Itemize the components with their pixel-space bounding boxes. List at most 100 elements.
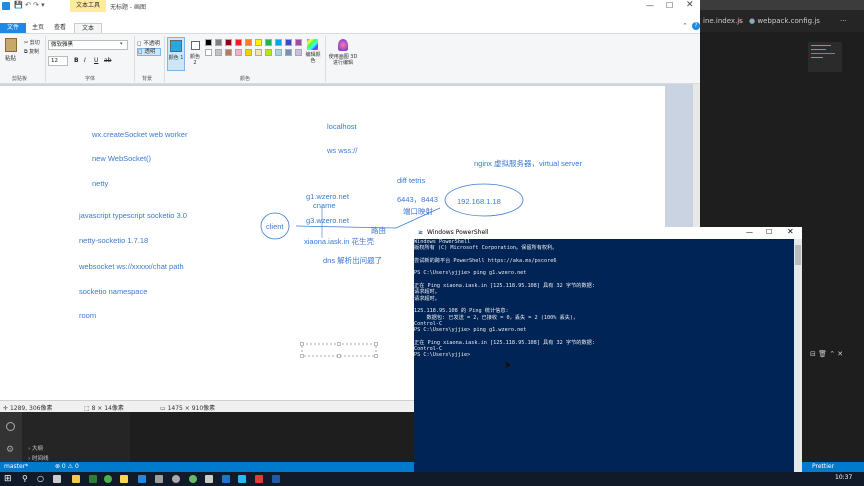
tab-file[interactable]: 文件 — [0, 23, 26, 33]
opaque-option[interactable]: ◻ 不透明 — [137, 39, 160, 47]
tab-view[interactable]: 查看 — [54, 23, 66, 33]
font-size-select[interactable]: 12 — [48, 56, 68, 66]
color-swatch[interactable] — [295, 39, 302, 46]
vertical-scrollbar[interactable] — [794, 239, 802, 473]
sidebar-item-outline[interactable]: › 大纲 — [28, 444, 43, 452]
color-swatch[interactable] — [265, 39, 272, 46]
chevron-up-icon[interactable]: ⌃ — [682, 22, 688, 30]
color1-button[interactable]: 颜色 1 — [167, 37, 185, 71]
console-line: PS C:\Users\yjjie> — [414, 352, 471, 359]
clock[interactable]: 10:37 — [835, 474, 852, 481]
tab-text[interactable]: 文本 — [74, 23, 102, 33]
paint-app-icon — [2, 2, 10, 10]
color-swatch[interactable] — [205, 49, 212, 56]
search-icon[interactable]: ⚲ — [22, 474, 28, 483]
bold-button[interactable]: B — [74, 57, 79, 64]
app-icon[interactable] — [255, 475, 263, 483]
canvas-text: cname — [313, 201, 336, 210]
color-swatch[interactable] — [235, 49, 242, 56]
color2-label: 颜色 2 — [189, 54, 200, 66]
paste-button[interactable]: 粘贴 — [5, 54, 16, 62]
context-tab-text-tools: 文本工具 — [70, 0, 106, 12]
app-icon[interactable] — [172, 475, 180, 483]
app-icon[interactable] — [205, 475, 213, 483]
font-family-select[interactable]: 微软雅黑 — [48, 40, 128, 50]
color-swatch[interactable] — [225, 39, 232, 46]
powershell-console[interactable]: Windows PowerShell 版权所有 (C) Microsoft Cor… — [414, 239, 794, 473]
color-swatch[interactable] — [215, 39, 222, 46]
group-label-font: 字体 — [85, 76, 96, 82]
color-swatch[interactable] — [255, 49, 262, 56]
underline-button[interactable]: U — [94, 57, 98, 64]
minimize-icon[interactable]: — — [646, 1, 654, 10]
color-swatch[interactable] — [245, 39, 252, 46]
tab-home[interactable]: 主页 — [32, 23, 44, 33]
prettier-status[interactable]: Prettier — [812, 463, 834, 470]
color-swatch[interactable] — [215, 49, 222, 56]
app-icon[interactable] — [89, 475, 97, 483]
color-swatch[interactable] — [255, 39, 262, 46]
color-swatch[interactable] — [245, 49, 252, 56]
more-icon[interactable]: ··· — [840, 13, 847, 29]
canvas-text: websocket ws://xxxxx/chat path — [79, 262, 184, 271]
strikethrough-button[interactable]: ab — [104, 57, 112, 64]
paste-icon[interactable] — [5, 38, 17, 52]
color-swatch[interactable] — [295, 49, 302, 56]
app-icon[interactable] — [189, 475, 197, 483]
italic-button[interactable]: I — [84, 57, 86, 64]
cortana-icon[interactable]: ○ — [37, 474, 44, 483]
sidebar-item-timeline[interactable]: › 时间线 — [28, 454, 48, 462]
canvas-text: xiaona.iask.in 花生壳 — [304, 237, 375, 246]
color-swatch[interactable] — [285, 49, 292, 56]
maximize-icon[interactable]: ☐ — [666, 1, 673, 10]
powershell-window[interactable]: ≥ Windows PowerShell — ☐ ✕ Windows Power… — [414, 227, 802, 473]
selection-handle — [300, 342, 304, 346]
color-swatch[interactable] — [275, 39, 282, 46]
close-icon[interactable]: ✕ — [686, 0, 694, 10]
transparent-option[interactable]: ◻ 透明 — [137, 48, 161, 56]
paint3d-icon[interactable] — [338, 39, 348, 51]
color-swatch[interactable] — [205, 39, 212, 46]
color-swatch[interactable] — [275, 49, 282, 56]
color-swatch[interactable] — [225, 49, 232, 56]
powershell-title-bar: ≥ Windows PowerShell — ☐ ✕ — [414, 227, 802, 239]
tab-webpack-config[interactable]: ● webpack.config.js — [749, 13, 820, 29]
color2-button[interactable]: 颜色 2 — [188, 39, 202, 69]
color-swatch[interactable] — [285, 39, 292, 46]
maximize-icon[interactable]: ☐ — [766, 228, 772, 236]
windows-start-icon[interactable]: ⊞ — [4, 474, 12, 484]
chrome-icon[interactable] — [104, 475, 112, 483]
help-icon[interactable]: ? — [692, 22, 700, 30]
copy-button[interactable]: ⧉ 复制 — [24, 48, 39, 55]
color-swatch[interactable] — [235, 39, 242, 46]
file-explorer-icon[interactable] — [72, 475, 80, 483]
app-icon[interactable] — [155, 475, 163, 483]
edit-colors-icon[interactable] — [307, 39, 318, 50]
taskbar: ⊞ ⚲ ○ 10:37 — [0, 472, 864, 486]
paint3d-button[interactable]: 使用画图 3D 进行编辑 — [328, 54, 358, 66]
paint-icon[interactable] — [238, 475, 246, 483]
app-icon[interactable] — [138, 475, 146, 483]
account-icon[interactable] — [6, 422, 15, 431]
gear-icon[interactable]: ⚙ — [6, 445, 14, 455]
branch-status[interactable]: master* — [4, 463, 28, 470]
cut-button[interactable]: ✂ 剪切 — [24, 39, 40, 46]
group-label-clipboard: 剪贴板 — [12, 76, 28, 82]
paint-ribbon: 粘贴 ✂ 剪切 ⧉ 复制 剪贴板 微软雅黑 ▾ 12 B I U ab 字体 ◻… — [0, 34, 700, 84]
copy-icon: ⧉ — [24, 49, 28, 55]
scroll-thumb[interactable] — [795, 245, 801, 265]
powershell-icon[interactable] — [272, 475, 280, 483]
edit-colors-button[interactable]: 编辑颜色 — [305, 52, 321, 64]
app-icon[interactable] — [120, 475, 128, 483]
vscode-icon[interactable] — [222, 475, 230, 483]
close-icon[interactable]: × — [737, 13, 743, 29]
task-view-icon[interactable] — [53, 475, 61, 483]
color-swatch[interactable] — [265, 49, 272, 56]
minimap[interactable] — [808, 42, 842, 72]
close-icon[interactable]: ✕ — [787, 227, 794, 236]
problems-status[interactable]: ⊗ 0 ⚠ 0 — [55, 463, 79, 470]
minimize-icon[interactable]: — — [746, 228, 753, 236]
divider — [134, 36, 135, 82]
divider — [325, 36, 326, 82]
quick-access-icon[interactable]: 💾 ↶ ↷ ▾ — [14, 1, 45, 9]
